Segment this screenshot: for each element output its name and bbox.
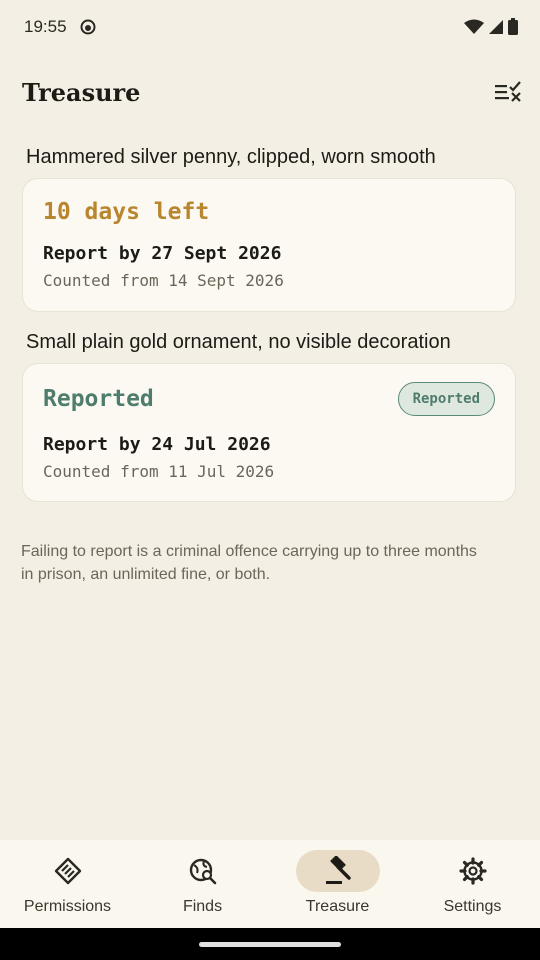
report-by-date: Report by 27 Sept 2026	[43, 243, 282, 264]
status-bar: 19:55	[0, 0, 540, 56]
clear-all-button[interactable]	[492, 76, 524, 108]
nav-item-treasure[interactable]: Treasure	[270, 840, 405, 928]
gesture-handle[interactable]	[199, 942, 341, 947]
page-title: Treasure	[22, 78, 141, 107]
nav-item-settings[interactable]: Settings	[405, 840, 540, 928]
app-notification-icon	[80, 19, 96, 35]
legal-footnote: Failing to report is a criminal offence …	[21, 543, 477, 583]
battery-icon	[508, 18, 518, 35]
nav-item-permissions[interactable]: Permissions	[0, 840, 135, 928]
wifi-icon	[464, 19, 484, 34]
find-card[interactable]: Reported Reported Report by 24 Jul 2026 …	[22, 363, 516, 502]
app-bar: Treasure	[0, 64, 540, 120]
nav-label: Settings	[443, 898, 502, 915]
playlist-remove-icon	[495, 81, 521, 102]
system-gesture-bar	[0, 928, 540, 960]
nav-label: Finds	[182, 898, 223, 915]
find-heading: Small plain gold ornament, no visible de…	[26, 331, 451, 353]
deadline-status: 10 days left	[43, 199, 210, 225]
cell-signal-icon	[489, 19, 503, 34]
bottom-navigation: Permissions Finds Treasure Settings	[0, 840, 540, 928]
reported-chip[interactable]: Reported	[397, 382, 495, 416]
nav-label: Treasure	[305, 898, 370, 915]
counted-from-date: Counted from 14 Sept 2026	[43, 271, 284, 290]
status-icons	[464, 18, 518, 35]
nav-indicator	[431, 850, 515, 892]
gear-icon	[458, 857, 487, 885]
find-card[interactable]: 10 days left Report by 27 Sept 2026 Coun…	[22, 178, 516, 312]
status-time: 19:55	[24, 17, 67, 36]
globe-search-icon	[189, 858, 216, 885]
nav-indicator	[26, 850, 110, 892]
report-by-date: Report by 24 Jul 2026	[43, 434, 271, 455]
counted-from-date: Counted from 11 Jul 2026	[43, 462, 275, 481]
find-heading: Hammered silver penny, clipped, worn smo…	[26, 146, 436, 168]
nav-indicator	[161, 850, 245, 892]
gavel-icon	[325, 856, 351, 884]
nav-indicator-active	[295, 850, 380, 892]
nav-item-finds[interactable]: Finds	[135, 840, 270, 928]
deadline-status: Reported	[43, 386, 154, 412]
nav-label: Permissions	[23, 898, 112, 915]
handshake-icon	[54, 857, 81, 885]
